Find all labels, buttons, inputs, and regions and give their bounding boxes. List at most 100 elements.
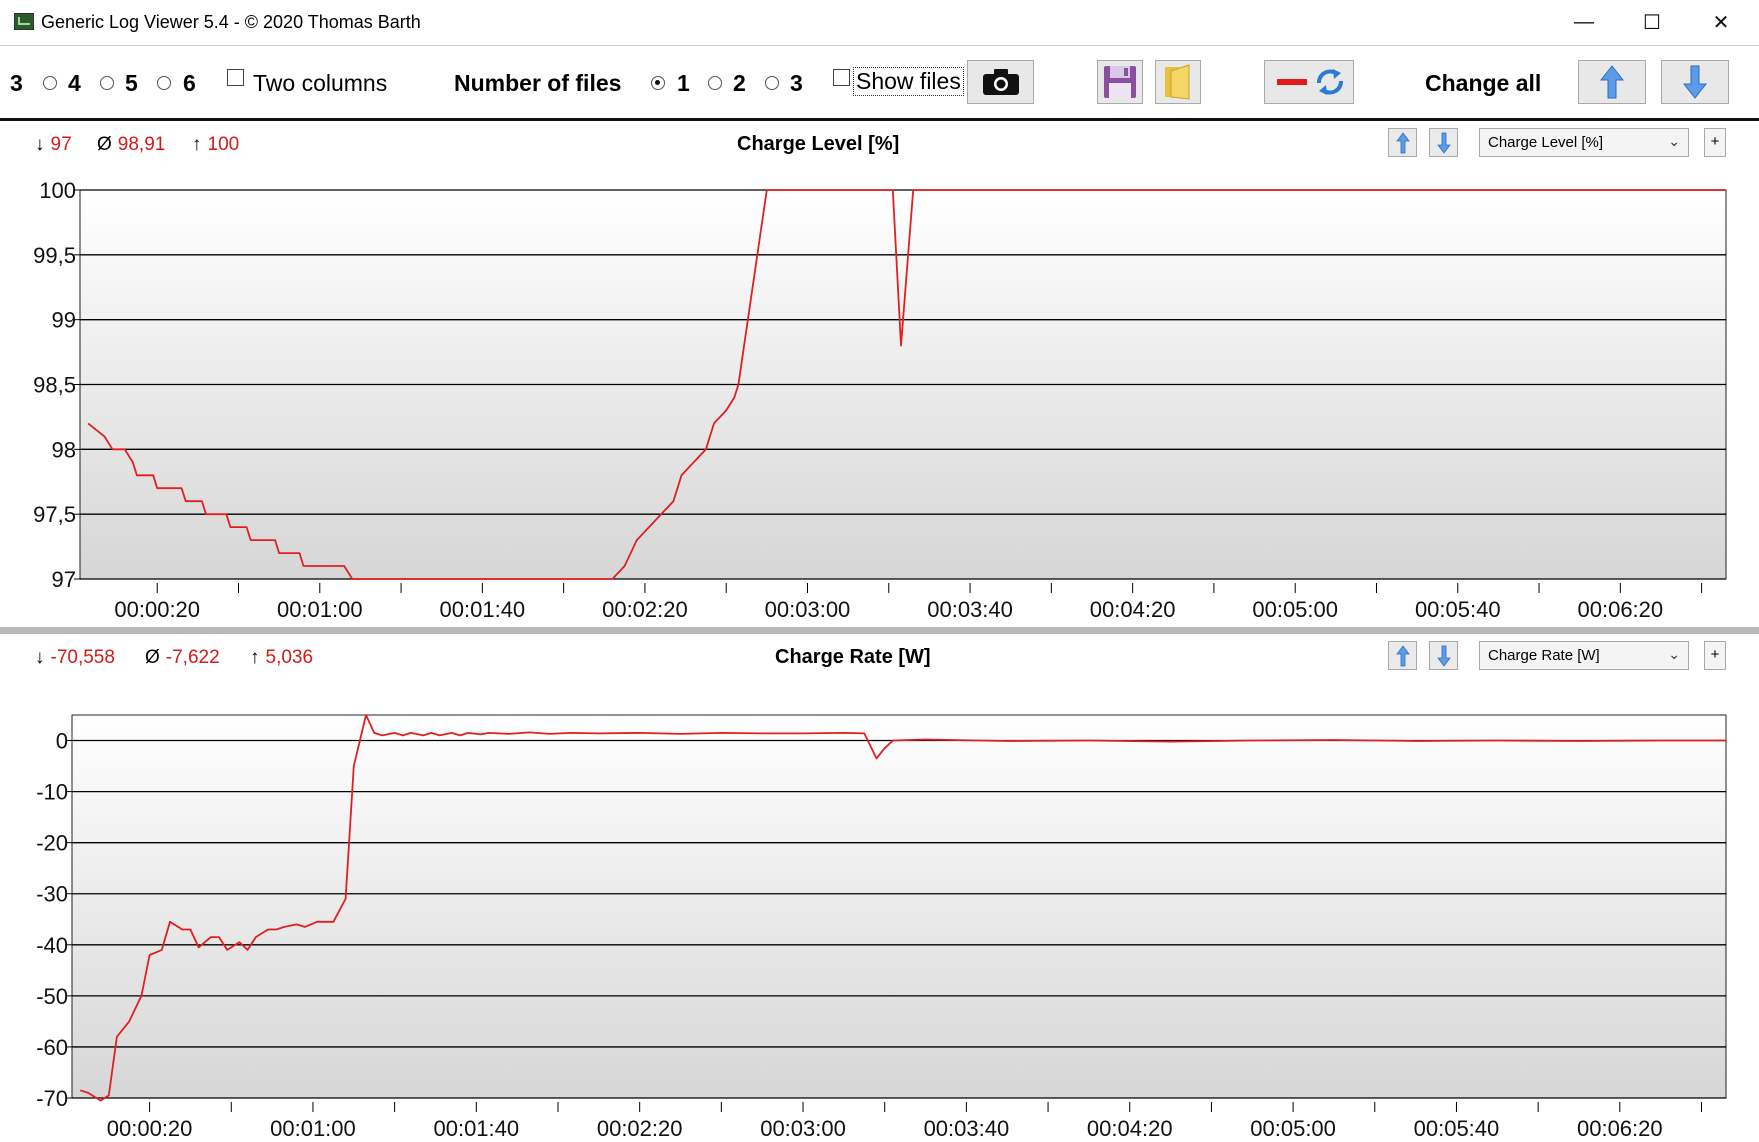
columns-radio-5[interactable] <box>100 76 114 90</box>
y-tick-label: 97 <box>52 567 76 592</box>
chart-title: Charge Level [%] <box>737 133 900 155</box>
x-tick-label: 00:03:40 <box>927 597 1013 617</box>
plot-area <box>71 714 1727 1099</box>
show-files-checkbox[interactable] <box>833 69 850 86</box>
stat-min: ↓ -70,558 <box>35 647 115 668</box>
files-radio-3[interactable] <box>765 76 779 90</box>
move-all-up-button[interactable] <box>1578 60 1646 104</box>
x-tick-label: 00:05:00 <box>1252 597 1338 617</box>
chart-title: Charge Rate [W] <box>775 646 931 668</box>
x-tick-label: 00:03:00 <box>760 1116 846 1138</box>
chart-panel-charge-level: ↓ 97 Ø 98,91 ↑ 100 Charge Level [%] Charge … <box>0 121 1759 627</box>
y-tick-label: -50 <box>36 984 68 1009</box>
stat-avg: Ø 98,91 <box>97 134 166 155</box>
x-tick-label: 00:01:00 <box>277 597 363 617</box>
stat-max: ↑ 100 <box>192 134 240 155</box>
line-chart: 100 99,5 99 98,5 98 97,5 97 00:00:20 00:01:00 00:… <box>33 178 1727 617</box>
x-tick-label: 00:01:40 <box>433 1116 519 1138</box>
arrow-up-icon <box>1599 65 1625 99</box>
columns-radio-4[interactable] <box>43 76 57 90</box>
add-chart-button[interactable]: + <box>1704 128 1726 157</box>
screenshot-button[interactable] <box>967 60 1034 104</box>
x-tick-label: 00:02:20 <box>602 597 688 617</box>
maximize-button[interactable]: ☐ <box>1624 0 1680 45</box>
x-tick-label: 00:01:40 <box>440 597 526 617</box>
number-of-files-label: Number of files <box>454 70 622 96</box>
arrow-up-icon <box>1395 644 1410 666</box>
x-tick-label: 00:04:20 <box>1087 1116 1173 1138</box>
columns-option-5-label[interactable]: 5 <box>125 70 138 97</box>
files-option-1-label[interactable]: 1 <box>677 70 690 97</box>
move-all-down-button[interactable] <box>1661 60 1729 104</box>
chevron-down-icon: ⌄ <box>1668 133 1680 149</box>
two-columns-checkbox[interactable] <box>227 69 244 86</box>
move-chart-up-button[interactable] <box>1388 641 1417 670</box>
files-option-3-label[interactable]: 3 <box>790 70 803 97</box>
x-tick-label: 00:00:20 <box>107 1116 193 1138</box>
arrow-down-icon <box>1682 65 1708 99</box>
columns-radio-6[interactable] <box>157 76 171 90</box>
columns-option-6-label[interactable]: 6 <box>183 70 196 97</box>
panel-divider[interactable] <box>0 627 1759 634</box>
open-folder-button[interactable] <box>1155 60 1201 104</box>
stat-min: ↓ 97 <box>35 134 72 155</box>
y-tick-label: -40 <box>36 933 68 958</box>
save-button[interactable] <box>1097 60 1143 104</box>
y-tick-label: 100 <box>39 178 76 203</box>
arrow-up-icon <box>1395 131 1410 153</box>
window-title: Generic Log Viewer 5.4 - © 2020 Thomas B… <box>41 12 421 32</box>
camera-icon <box>982 69 1019 95</box>
channel-select[interactable]: Charge Level [%] ⌄ <box>1479 128 1689 157</box>
stat-avg: Ø -7,622 <box>145 647 220 668</box>
x-tick-label: 00:06:20 <box>1578 597 1664 617</box>
two-columns-label[interactable]: Two columns <box>253 70 387 97</box>
minimize-button[interactable]: — <box>1556 0 1612 45</box>
y-tick-label: -30 <box>36 882 68 907</box>
stat-max: ↑ 5,036 <box>250 647 314 668</box>
move-chart-down-button[interactable] <box>1429 641 1458 670</box>
x-tick-label: 00:05:00 <box>1250 1116 1336 1138</box>
x-tick-label: 00:01:00 <box>270 1116 356 1138</box>
toolbar: 3 4 5 6 Two columns Number of files 1 2 … <box>0 46 1759 121</box>
files-radio-1[interactable] <box>651 76 665 90</box>
y-tick-label: -70 <box>36 1086 68 1111</box>
y-tick-label: 98 <box>52 437 76 462</box>
app-icon <box>14 13 34 30</box>
floppy-disk-icon <box>1104 66 1136 98</box>
files-radio-2[interactable] <box>708 76 722 90</box>
channel-select[interactable]: Charge Rate [W] ⌄ <box>1479 641 1689 670</box>
add-chart-button[interactable]: + <box>1704 641 1726 670</box>
y-tick-label: -60 <box>36 1035 68 1060</box>
x-tick-label: 00:06:20 <box>1577 1116 1663 1138</box>
x-tick-label: 00:04:20 <box>1090 597 1176 617</box>
x-tick-label: 00:03:40 <box>924 1116 1010 1138</box>
x-tick-label: 00:00:20 <box>114 597 200 617</box>
y-tick-label: 97,5 <box>33 502 76 527</box>
y-tick-label: -20 <box>36 831 68 856</box>
move-chart-down-button[interactable] <box>1429 128 1458 157</box>
columns-option-4-label[interactable]: 4 <box>68 70 81 97</box>
arrow-down-icon <box>1436 645 1451 667</box>
chevron-down-icon: ⌄ <box>1668 646 1680 662</box>
y-tick-label: 99 <box>52 308 76 333</box>
line-chart: 0 -10 -20 -30 -40 -50 -60 -70 00:00:20 00:01:00 00… <box>36 714 1727 1138</box>
close-button[interactable]: ✕ <box>1693 0 1749 45</box>
y-tick-label: 0 <box>56 729 68 754</box>
y-tick-label: -10 <box>36 780 68 805</box>
chart-panel-charge-rate: ↓ -70,558 Ø -7,622 ↑ 5,036 Charge Rate [W] … <box>0 634 1759 1142</box>
files-option-2-label[interactable]: 2 <box>733 70 746 97</box>
remove-refresh-button[interactable] <box>1264 60 1354 104</box>
columns-option-3-label[interactable]: 3 <box>10 70 23 97</box>
x-tick-label: 00:03:00 <box>765 597 851 617</box>
x-tick-label: 00:05:40 <box>1415 597 1501 617</box>
minus-refresh-icon <box>1277 69 1343 95</box>
title-bar: Generic Log Viewer 5.4 - © 2020 Thomas B… <box>0 0 1759 46</box>
y-tick-label: 99,5 <box>33 243 76 268</box>
x-tick-label: 00:05:40 <box>1414 1116 1500 1138</box>
move-chart-up-button[interactable] <box>1388 128 1417 157</box>
show-files-label[interactable]: Show files <box>853 67 964 96</box>
change-all-label: Change all <box>1425 70 1542 96</box>
x-tick-label: 00:02:20 <box>597 1116 683 1138</box>
y-tick-label: 98,5 <box>33 373 76 398</box>
folder-icon <box>1165 64 1190 100</box>
